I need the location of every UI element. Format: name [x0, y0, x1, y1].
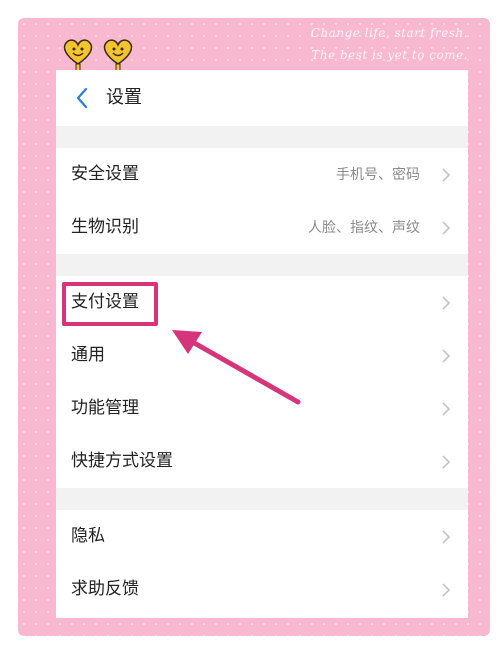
settings-item-help-feedback[interactable]: 求助反馈 [56, 563, 468, 616]
chevron-right-icon [442, 349, 451, 363]
page-title: 设置 [106, 87, 142, 108]
settings-item-security[interactable]: 安全设置 手机号、密码 [56, 148, 468, 201]
settings-item-privacy[interactable]: 隐私 [56, 510, 468, 563]
payment-highlight-box [62, 282, 158, 326]
settings-item-biometrics[interactable]: 生物识别 人脸、指纹、声纹 [56, 201, 468, 254]
chevron-right-icon [442, 168, 451, 182]
chevron-right-icon [442, 221, 451, 235]
section-divider [56, 488, 468, 510]
section-divider [56, 254, 468, 276]
settings-item-label: 隐私 [71, 526, 105, 546]
decorative-caption-line-2: The best is yet to come. [311, 48, 468, 62]
chevron-right-icon [442, 402, 451, 416]
navigation-bar: 设置 [56, 70, 468, 126]
settings-item-label: 求助反馈 [71, 579, 139, 599]
settings-item-value: 人脸、指纹、声纹 [308, 220, 420, 236]
chevron-right-icon [442, 296, 451, 310]
chevron-right-icon [442, 530, 451, 544]
decorative-caption-line-1: Change life, start fresh. [310, 26, 468, 40]
pointer-arrow-icon [172, 330, 301, 405]
settings-item-shortcuts[interactable]: 快捷方式设置 [56, 435, 468, 488]
settings-item-label: 生物识别 [71, 217, 139, 237]
decorative-caption: Change life, start fresh. The best is ye… [311, 22, 468, 66]
chevron-right-icon [442, 583, 451, 597]
chevron-left-icon [76, 87, 88, 109]
smiling-hearts-icon [63, 39, 133, 73]
settings-item-value: 手机号、密码 [336, 167, 420, 183]
chevron-right-icon [442, 455, 451, 469]
section-divider [56, 126, 468, 148]
back-button[interactable] [64, 80, 100, 116]
settings-item-label: 功能管理 [71, 398, 139, 418]
settings-item-label: 快捷方式设置 [71, 451, 173, 471]
settings-item-label: 通用 [71, 345, 105, 365]
settings-item-label: 安全设置 [71, 164, 139, 184]
